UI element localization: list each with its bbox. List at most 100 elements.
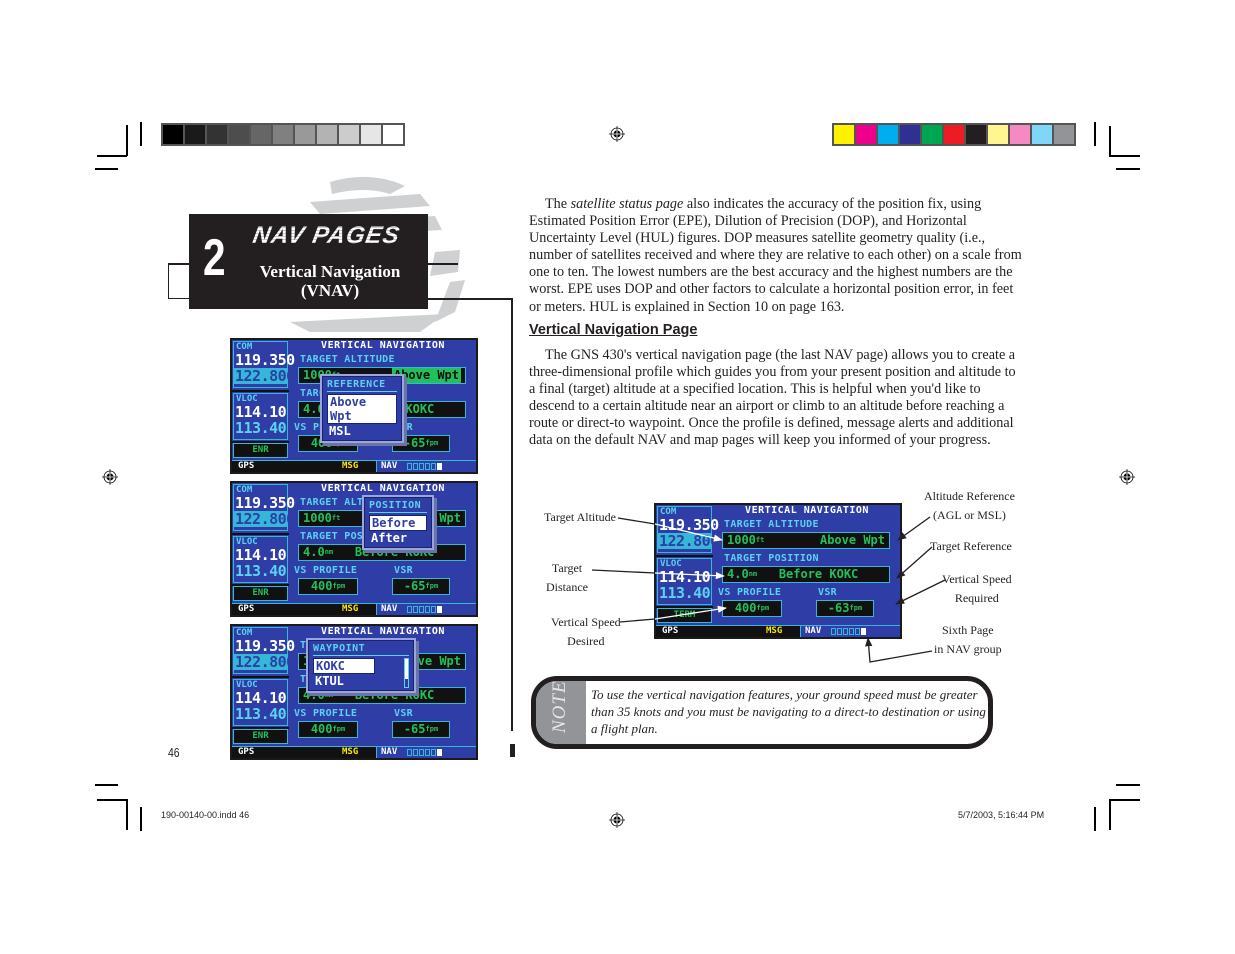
vsr-label: VSR xyxy=(394,565,413,576)
color-swatch xyxy=(834,125,854,144)
vs-profile-field[interactable]: 400fpm xyxy=(722,600,782,617)
target-position-field[interactable]: 4.0nm Before KOKC xyxy=(722,566,890,583)
target-distance[interactable]: 4.0 xyxy=(727,567,749,581)
popup-title: WAYPOINT xyxy=(313,643,409,656)
popup-option[interactable]: After xyxy=(369,531,427,545)
target-position-label: TARGET POSITION xyxy=(724,553,819,564)
annotated-gns-screen: COM 119.350 122.800 VLOC 114.10 113.40 T… xyxy=(654,503,902,639)
color-swatch xyxy=(878,125,898,144)
color-swatch xyxy=(185,125,205,144)
status-bar: GPS MSG NAV xyxy=(232,460,476,472)
page-dot xyxy=(837,628,842,635)
vloc-window[interactable]: VLOC 114.10 113.40 xyxy=(657,558,712,605)
page-position-indicator xyxy=(407,463,442,470)
callout-target-reference: Target Reference xyxy=(930,539,1012,553)
reference-popup-menu: REFERENCE Above Wpt MSL xyxy=(320,374,404,443)
com-window[interactable]: COM 119.350 122.800 xyxy=(657,506,719,553)
cdi-mode: ENR xyxy=(233,586,288,601)
target-altitude-label: TARGET ALTITUDE xyxy=(724,519,819,530)
gps-annunciator: GPS xyxy=(238,604,255,614)
registration-mark-icon xyxy=(609,812,625,828)
target-distance[interactable]: 4.0 xyxy=(303,545,325,559)
vloc-window[interactable]: VLOC 114.10 113.40 xyxy=(233,393,288,440)
vloc-window[interactable]: VLOC 114.10 113.40 xyxy=(233,536,288,583)
vloc-active-frequency: 114.10 xyxy=(235,546,287,564)
popup-title: REFERENCE xyxy=(327,379,397,392)
status-bar: GPS MSG NAV xyxy=(232,746,476,758)
vs-profile-field[interactable]: 400fpm xyxy=(298,578,358,595)
page-dot xyxy=(419,749,424,756)
page-title: VERTICAL NAVIGATION xyxy=(321,483,445,494)
vs-profile-label: VS PROFILE xyxy=(294,708,358,719)
vsr-label: VSR xyxy=(818,587,837,598)
note-label: NOTE xyxy=(549,680,570,733)
color-swatch xyxy=(207,125,227,144)
popup-option[interactable]: Above Wpt xyxy=(327,394,397,424)
color-swatch xyxy=(988,125,1008,144)
vloc-standby-frequency: 113.40 xyxy=(235,562,287,580)
page-dot xyxy=(425,749,430,756)
vloc-standby-frequency: 113.40 xyxy=(659,584,711,602)
callout-altitude-reference: Altitude Reference (AGL or MSL) xyxy=(924,489,1015,522)
com-window[interactable]: COM 119.350 122.800 xyxy=(233,484,295,531)
popup-option[interactable]: Before xyxy=(369,515,427,531)
slug-timestamp: 5/7/2003, 5:16:44 PM xyxy=(958,810,1045,820)
vloc-standby-frequency: 113.40 xyxy=(235,419,287,437)
page-dot xyxy=(849,628,854,635)
chapter-subtitle: Vertical Navigation (VNAV) xyxy=(259,262,401,300)
popup-option[interactable]: KTUL xyxy=(313,674,375,688)
chapter-number: 2 xyxy=(203,229,226,287)
page-dot xyxy=(413,463,418,470)
leader-target-reference xyxy=(896,546,933,579)
page-position-indicator xyxy=(407,606,442,613)
com-window[interactable]: COM 119.350 122.800 xyxy=(233,627,295,674)
page-dot xyxy=(407,749,412,756)
vloc-window[interactable]: VLOC 114.10 113.40 xyxy=(233,679,288,726)
page-dot xyxy=(419,463,424,470)
com-active-frequency: 119.350 xyxy=(235,637,295,655)
vs-profile-field[interactable]: 400fpm xyxy=(298,721,358,738)
note-sidebar: NOTE xyxy=(536,681,586,744)
note-box: NOTE To use the vertical navigation feat… xyxy=(531,676,993,749)
vs-profile-label: VS PROFILE xyxy=(718,587,782,598)
msg-annunciator[interactable]: MSG xyxy=(342,747,358,758)
com-standby-frequency: 122.800 xyxy=(234,510,295,528)
msg-annunciator[interactable]: MSG xyxy=(342,604,358,615)
color-swatch xyxy=(900,125,920,144)
callout-target-altitude: Target Altitude xyxy=(544,510,616,524)
page-dot xyxy=(831,628,836,635)
column-rule-top xyxy=(428,298,512,300)
page-dot xyxy=(431,463,436,470)
target-altitude-label: TARGET ALTITUDE xyxy=(300,354,395,365)
page-dot xyxy=(843,628,848,635)
com-standby-frequency: 122.800 xyxy=(234,653,295,671)
position-reference[interactable]: Before KOKC xyxy=(779,567,858,581)
status-bar: GPS MSG NAV xyxy=(232,603,476,615)
cdi-mode: ENR xyxy=(233,443,288,458)
callout-vs-required: Vertical Speed Required xyxy=(942,572,1012,605)
color-swatch xyxy=(251,125,271,144)
slug-filename: 190-00140-00.indd 46 xyxy=(161,810,250,820)
chapter-title: NAV PAGES xyxy=(250,222,403,249)
color-swatch xyxy=(383,125,403,144)
target-altitude-field[interactable]: 1000ft Above Wpt xyxy=(722,532,890,549)
color-swatch xyxy=(295,125,315,144)
vsr-label: VSR xyxy=(394,708,413,719)
msg-annunciator[interactable]: MSG xyxy=(766,626,782,637)
intro-paragraph: The satellite status page also indicates… xyxy=(529,196,1022,315)
msg-annunciator[interactable]: MSG xyxy=(342,461,358,472)
page-dot xyxy=(437,606,442,613)
page-title: VERTICAL NAVIGATION xyxy=(745,505,869,516)
gns-screen-position: COM 119.350 122.800 VLOC 114.10 113.40 E… xyxy=(230,481,478,617)
vloc-standby-frequency: 113.40 xyxy=(235,705,287,723)
column-rule xyxy=(511,298,513,731)
color-swatch xyxy=(317,125,337,144)
altitude-reference[interactable]: Above Wpt xyxy=(820,533,885,548)
com-window[interactable]: COM 119.350 122.800 xyxy=(233,341,295,388)
popup-option[interactable]: KOKC xyxy=(313,658,375,674)
page-title: VERTICAL NAVIGATION xyxy=(321,340,445,351)
popup-scrollbar[interactable] xyxy=(404,658,409,688)
callout-target-distance: Target Distance xyxy=(546,561,588,594)
popup-option[interactable]: MSL xyxy=(327,424,397,438)
page-dot xyxy=(431,606,436,613)
